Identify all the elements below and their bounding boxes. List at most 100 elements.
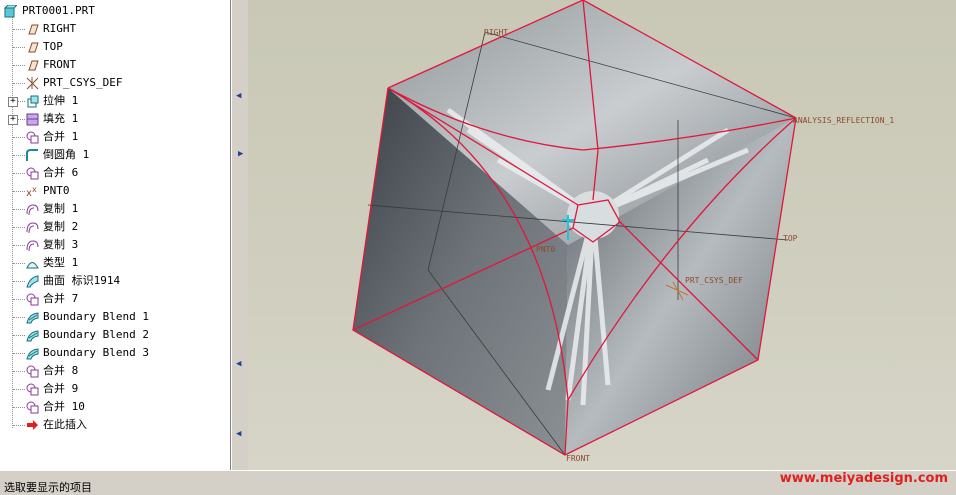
tree-connector [13,65,25,66]
tree-item[interactable]: 倒圆角 1 [0,146,228,164]
panel-splitter[interactable]: ◀ ▶ ◀ ◀ [231,0,249,470]
datum-plane-icon [26,41,39,54]
tree-item[interactable]: 合并 1 [0,128,228,146]
tree-item[interactable]: Boundary Blend 3 [0,344,228,362]
tree-connector [13,425,25,426]
merge-icon [26,383,39,396]
extrude-icon [26,95,39,108]
tree-item[interactable]: + 填充 1 [0,110,228,128]
tree-connector [13,209,25,210]
tree-item[interactable]: 合并 6 [0,164,228,182]
tree-item[interactable]: Boundary Blend 2 [0,326,228,344]
tree-item-label: PNT0 [43,184,70,197]
tree-item-label: 合并 1 [43,130,79,143]
tree-connector [13,155,25,156]
insert-here-arrow-icon [26,419,39,432]
tree-connector [13,263,25,264]
tree-item-label: 合并 7 [43,292,79,305]
tree-item[interactable]: 在此插入 [0,416,228,434]
part-icon [3,4,19,18]
expand-toggle-icon[interactable]: + [8,115,18,125]
status-bar: 选取要显示的项目 www.meiyadesign.com [0,470,956,494]
datum-label-csys[interactable]: PRT_CSYS_DEF [685,276,743,285]
tree-item-label: 合并 9 [43,382,79,395]
graphics-viewport[interactable]: RIGHT TOP FRONT PNT0 PRT_CSYS_DEF ANALYS… [248,0,956,470]
tree-item[interactable]: Boundary Blend 1 [0,308,228,326]
tree-item-label: RIGHT [43,22,77,35]
boundary-blend-icon [26,311,39,324]
tree-item-label: Boundary Blend 1 [43,310,149,323]
merge-icon [26,365,39,378]
tree-connector [13,137,25,138]
tree-item[interactable]: 合并 7 [0,290,228,308]
tree-connector [13,353,25,354]
round-icon [26,149,39,162]
tree-item-label: 倒圆角 1 [43,148,90,161]
tree-connector [13,281,25,282]
tree-connector [13,227,25,228]
tree-item[interactable]: PRT_CSYS_DEF [0,74,228,92]
tree-item[interactable]: x x PNT0 [0,182,228,200]
datum-label-pnt[interactable]: PNT0 [536,245,555,254]
analysis-label[interactable]: ANALYSIS_REFLECTION_1 [793,116,894,125]
tree-connector [13,299,25,300]
merge-icon [26,131,39,144]
tree-item-label: 填充 1 [43,112,79,125]
tree-item-label: FRONT [43,58,77,71]
tree-connector [13,191,25,192]
datum-plane-icon [26,59,39,72]
tree-item-label: 拉伸 1 [43,94,79,107]
tree-item[interactable]: 合并 9 [0,380,228,398]
datum-label-front[interactable]: FRONT [566,454,590,463]
tree-item[interactable]: PRT0001.PRT [0,2,228,20]
tree-item[interactable]: TOP [0,38,228,56]
expand-toggle-icon[interactable]: + [8,97,18,107]
tree-item-label: 复制 2 [43,220,79,233]
datum-plane-icon [26,23,39,36]
tree-item[interactable]: 复制 3 [0,236,228,254]
coordinate-system-icon [26,77,39,90]
tree-item-label: PRT0001.PRT [22,4,95,17]
tree-connector [13,335,25,336]
tree-item-label: 合并 10 [43,400,85,413]
tree-connector [13,47,25,48]
tree-item[interactable]: 曲面 标识1914 [0,272,228,290]
tree-item-label: 复制 1 [43,202,79,215]
tree-item[interactable]: 复制 2 [0,218,228,236]
tree-item-label: 复制 3 [43,238,79,251]
tree-item-label: Boundary Blend 2 [43,328,149,341]
tree-item-label: Boundary Blend 3 [43,346,149,359]
datum-label-top[interactable]: TOP [783,234,798,243]
model-tree-panel[interactable]: PRT0001.PRT RIGHT TOP FRONT PRT_CSYS_DEF + 拉伸 … [0,0,231,471]
merge-icon [26,167,39,180]
tree-connector [13,371,25,372]
merge-icon [26,293,39,306]
tree-item[interactable]: RIGHT [0,20,228,38]
tree-item-label: PRT_CSYS_DEF [43,76,123,89]
collapse-left-icon[interactable]: ◀ [236,360,241,369]
tree-item[interactable]: 合并 10 [0,398,228,416]
tree-item[interactable]: 复制 1 [0,200,228,218]
copy-icon [26,239,39,252]
svg-text:x: x [32,185,37,194]
watermark-text: www.meiyadesign.com [779,471,948,486]
tree-item-label: 曲面 标识1914 [43,274,121,287]
tree-item-label: TOP [43,40,63,53]
tree-item-label: 合并 6 [43,166,79,179]
tree-item-label: 类型 1 [43,256,79,269]
copy-icon [26,203,39,216]
model-graphics: RIGHT TOP FRONT PNT0 PRT_CSYS_DEF ANALYS… [352,0,894,463]
datum-label-right[interactable]: RIGHT [484,28,508,37]
merge-icon [26,401,39,414]
datum-point-icon: xx [26,185,39,199]
fill-icon [26,113,39,126]
boundary-blend-icon [26,329,39,342]
tree-item[interactable]: + 拉伸 1 [0,92,228,110]
collapse-left-icon[interactable]: ◀ [236,92,241,101]
collapse-left-icon[interactable]: ◀ [236,430,241,439]
expand-right-icon[interactable]: ▶ [238,150,243,159]
tree-item[interactable]: 类型 1 [0,254,228,272]
tree-item[interactable]: FRONT [0,56,228,74]
status-message: 选取要显示的项目 [4,481,92,494]
tree-item[interactable]: 合并 8 [0,362,228,380]
